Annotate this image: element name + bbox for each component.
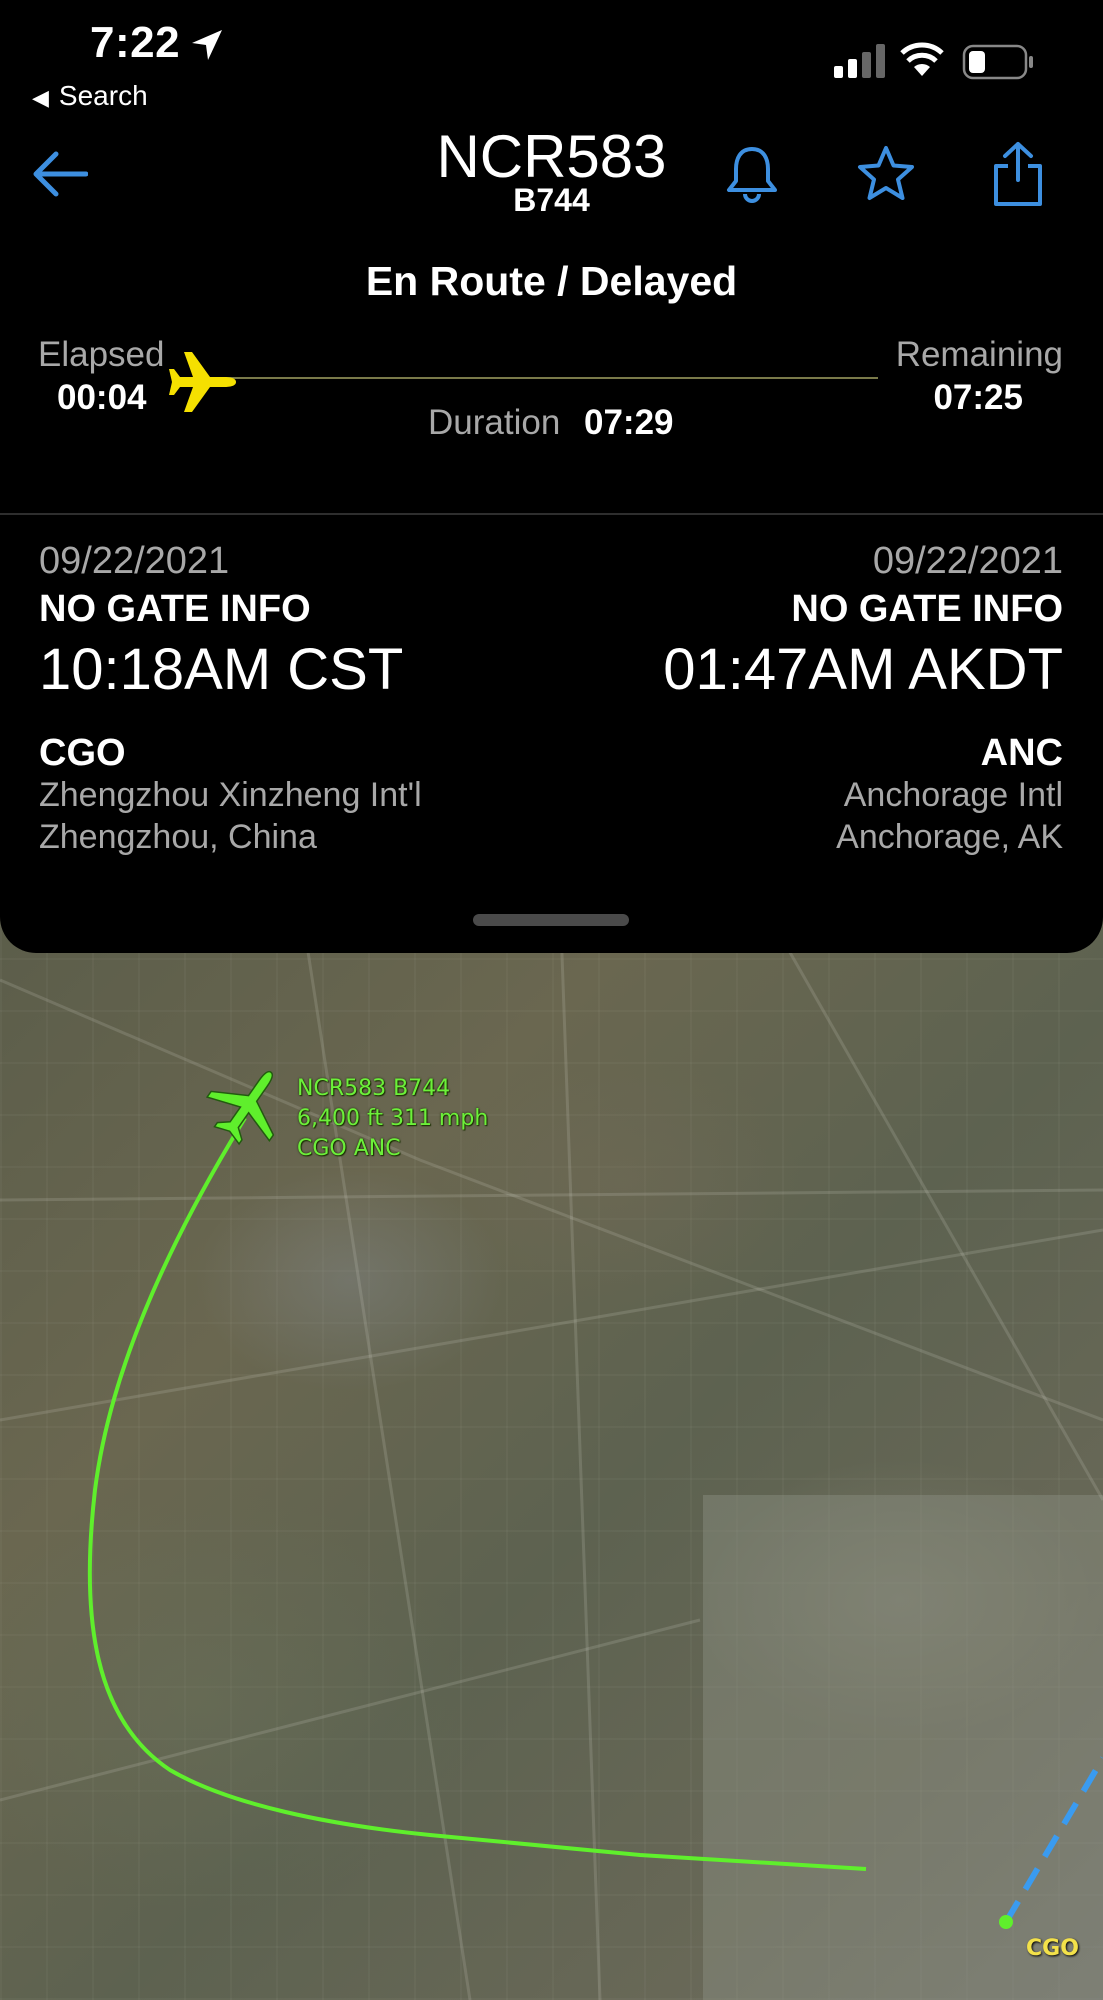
bell-icon[interactable] <box>724 145 780 203</box>
remaining-label: Remaining <box>895 335 1063 374</box>
destination-gate: NO GATE INFO <box>791 588 1063 630</box>
back-to-search-link[interactable]: ◀ Search <box>32 80 148 112</box>
aircraft-type: B744 <box>513 182 590 218</box>
share-icon[interactable] <box>990 140 1046 208</box>
origin-airport-name: Zhengzhou Xinzheng Int'l <box>39 776 422 814</box>
elapsed-value: 00:04 <box>57 378 147 417</box>
origin-airport-code[interactable]: CGO <box>39 732 126 775</box>
flight-number-title: NCR583 <box>436 123 667 190</box>
map-overlay <box>0 900 1103 2000</box>
destination-arrival-time: 01:47AM AKDT <box>663 637 1063 702</box>
origin-date: 09/22/2021 <box>39 540 230 582</box>
flight-status-text: En Route / Delayed <box>365 258 738 304</box>
origin-departure-time: 10:18AM CST <box>39 637 404 702</box>
airport-cgo-label[interactable]: CGO <box>1026 1936 1079 1961</box>
elapsed-label: Elapsed <box>38 335 165 374</box>
duration-value: 07:29 <box>584 403 674 442</box>
flight-progress-track <box>180 377 878 379</box>
destination-airport-name: Anchorage Intl <box>843 776 1063 814</box>
star-icon[interactable] <box>856 145 916 203</box>
map-roads <box>0 900 1103 2000</box>
destination-airport-code[interactable]: ANC <box>981 732 1063 775</box>
battery-icon <box>962 44 1033 80</box>
wifi-icon <box>900 42 944 76</box>
duration-label: Duration <box>428 403 561 442</box>
sheet-grabber-handle[interactable] <box>473 914 629 926</box>
aircraft-map-label-altitude-speed: 6,400 ft 311 mph <box>297 1106 489 1131</box>
origin-gate: NO GATE INFO <box>39 588 311 630</box>
airport-cgo-marker[interactable] <box>999 1915 1013 1929</box>
destination-date: 09/22/2021 <box>872 540 1063 582</box>
flight-map[interactable]: NCR583 B744 6,400 ft 311 mph CGO ANC CGO <box>0 900 1103 2000</box>
back-to-search-label: Search <box>58 80 148 111</box>
aircraft-map-label-callsign: NCR583 B744 <box>297 1076 451 1101</box>
aircraft-map-label-route: CGO ANC <box>297 1136 401 1161</box>
signal-icon <box>834 44 885 78</box>
destination-city: Anchorage, AK <box>836 818 1063 856</box>
status-bar-time: 7:22 <box>90 18 181 67</box>
location-arrow-icon <box>192 30 222 60</box>
flight-track-line <box>87 1116 867 1871</box>
origin-city: Zhengzhou, China <box>39 818 317 856</box>
flight-info-sheet: 7:22 ◀ Search NCR583 B744 En Route / Dela… <box>0 0 1103 953</box>
back-triangle-icon: ◀ <box>32 85 49 110</box>
section-divider <box>0 513 1103 515</box>
remaining-value: 07:25 <box>933 378 1023 417</box>
airplane-progress-icon <box>169 352 236 412</box>
planned-route-line <box>1003 1756 1103 1924</box>
